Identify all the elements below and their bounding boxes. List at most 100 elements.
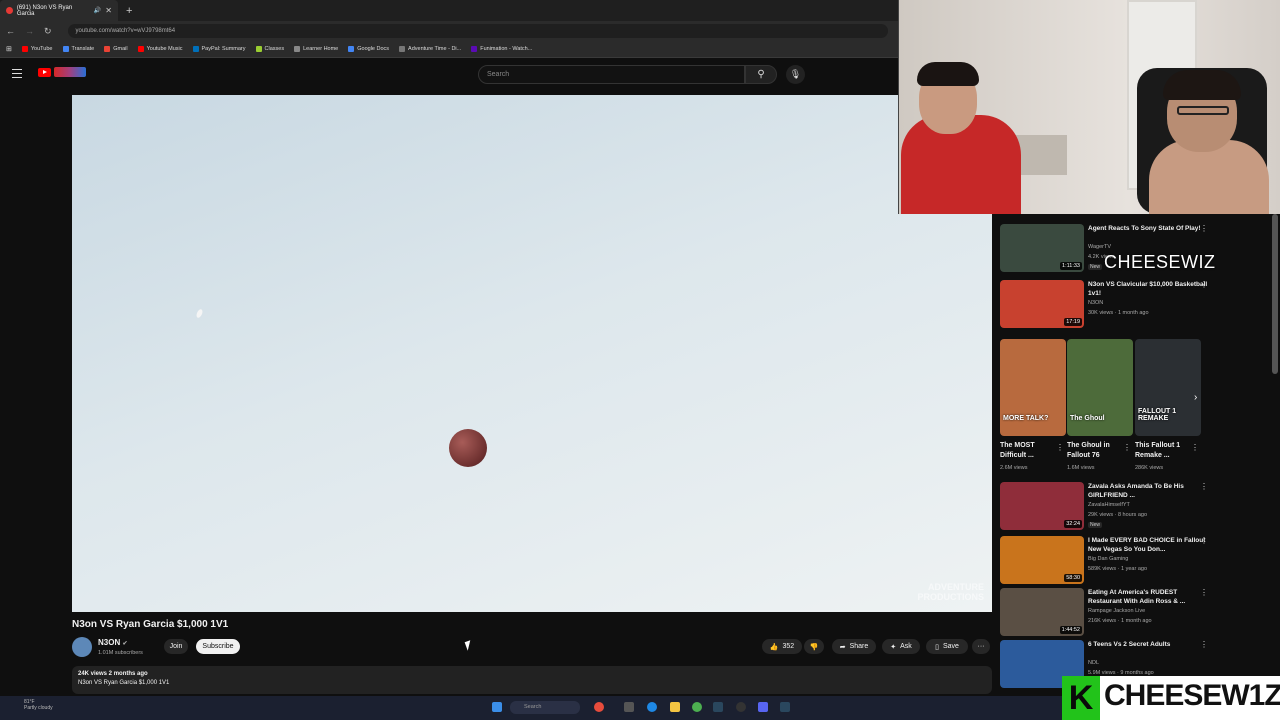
recommended-video[interactable]: 58:30 I Made EVERY BAD CHOICE in Fallout … xyxy=(1000,536,1220,586)
discord-icon[interactable] xyxy=(758,702,768,712)
short-more-options-icon[interactable]: ⋮ xyxy=(1056,443,1064,452)
search-input[interactable]: Search xyxy=(478,65,745,84)
subscribe-button[interactable]: Subscribe xyxy=(196,639,240,654)
chrome-browser-icon[interactable] xyxy=(692,702,702,712)
ask-button[interactable]: ✦ Ask xyxy=(882,639,920,654)
video-thumbnail[interactable]: 1:44:52 xyxy=(1000,588,1084,636)
file-explorer-icon[interactable] xyxy=(670,702,680,712)
back-arrow-icon[interactable]: ← xyxy=(6,26,15,36)
app-icon-1[interactable] xyxy=(594,702,604,712)
video-player[interactable]: ADVENTURE PRODUCTIONS xyxy=(72,95,992,612)
bookmark-item[interactable]: YouTube xyxy=(21,46,53,52)
join-label: Join xyxy=(169,643,183,650)
recommended-channel[interactable]: ZavalaHimselfYT xyxy=(1088,502,1130,508)
short-thumb-text: MORE TALK? xyxy=(1003,415,1049,422)
start-windows-icon[interactable] xyxy=(492,702,502,712)
recommended-title[interactable]: 6 Teens Vs 2 Secret Adults xyxy=(1088,640,1208,649)
short-more-options-icon[interactable]: ⋮ xyxy=(1191,443,1199,452)
recommended-title[interactable]: Zavala Asks Amanda To Be His GIRLFRIEND … xyxy=(1088,482,1208,500)
bookmark-item[interactable]: Youtube Music xyxy=(137,46,183,52)
obs-icon[interactable] xyxy=(736,702,746,712)
taskbar-search[interactable]: Search xyxy=(510,701,580,714)
video-thumbnail[interactable]: 32:24 xyxy=(1000,482,1084,530)
recommended-video[interactable]: 32:24 Zavala Asks Amanda To Be His GIRLFR… xyxy=(1000,482,1220,532)
bookmark-item[interactable]: Google Docs xyxy=(348,46,389,52)
menu-hamburger-icon[interactable] xyxy=(12,69,22,78)
short-more-options-icon[interactable]: ⋮ xyxy=(1123,443,1131,452)
more-options-icon[interactable]: ⋮ xyxy=(1200,536,1208,545)
forward-arrow-icon[interactable]: → xyxy=(25,26,34,36)
more-options-icon[interactable]: ⋮ xyxy=(1200,640,1208,649)
bookmark-item[interactable]: Learner Home xyxy=(294,46,338,52)
share-button[interactable]: ➦ Share xyxy=(832,639,876,654)
bookmark-label: Adventure Time - Di... xyxy=(408,46,462,52)
video-thumbnail[interactable]: 58:30 xyxy=(1000,536,1084,584)
description-box[interactable]: 24K views 2 months ago N3on VS Ryan Garc… xyxy=(72,666,992,694)
steam-icon[interactable] xyxy=(713,702,723,712)
bookmark-item[interactable]: Funimation - Watch... xyxy=(471,46,532,52)
recommended-channel[interactable]: Rampage Jackson Live xyxy=(1088,608,1145,614)
duration-badge: 17:19 xyxy=(1064,318,1082,326)
edge-browser-icon[interactable] xyxy=(647,702,657,712)
short-title[interactable]: The MOST Difficult ... xyxy=(1000,441,1052,461)
webcam-overlay xyxy=(898,0,1280,214)
video-thumbnail[interactable]: 17:19 xyxy=(1000,280,1084,328)
recommended-channel[interactable]: NDL xyxy=(1088,660,1099,666)
url-field[interactable]: youtube.com/watch?v=wVJ9798mt64 xyxy=(67,24,888,38)
bookmark-item[interactable]: Translate xyxy=(62,46,94,52)
close-tab-icon[interactable]: ✕ xyxy=(105,6,112,15)
more-actions-button[interactable]: ··· xyxy=(972,639,990,654)
taskbar-search-label: Search xyxy=(524,704,542,710)
new-tab-button[interactable]: + xyxy=(126,5,132,17)
more-options-icon[interactable]: ⋮ xyxy=(1200,224,1208,233)
steam-icon-2[interactable] xyxy=(780,702,790,712)
channel-avatar[interactable] xyxy=(72,637,92,657)
short-thumb-text: The Ghoul xyxy=(1070,415,1105,422)
youtube-header: Search ⚲ 🎙 xyxy=(0,58,900,91)
recommended-channel[interactable]: N3ON xyxy=(1088,300,1103,306)
shorts-next-chevron-icon[interactable]: › xyxy=(1194,392,1197,403)
recommended-title[interactable]: N3on VS Clavicular $10,000 Basketball 1v… xyxy=(1088,280,1208,298)
join-button[interactable]: Join xyxy=(164,639,188,654)
recommended-channel[interactable]: WagerTV xyxy=(1088,244,1111,250)
recommended-title[interactable]: Eating At America's RUDEST Restaurant Wi… xyxy=(1088,588,1208,606)
video-thumbnail[interactable]: 1:11:33 xyxy=(1000,224,1084,272)
recommended-video[interactable]: 17:19 N3on VS Clavicular $10,000 Basketba… xyxy=(1000,280,1220,330)
bookmark-label: Gmail xyxy=(113,46,128,52)
recommended-channel[interactable]: Big Dan Gaming xyxy=(1088,556,1128,562)
duration-badge: 58:30 xyxy=(1064,574,1082,582)
short-thumbnail[interactable]: The Ghoul xyxy=(1067,339,1133,436)
recommended-title[interactable]: Agent Reacts To Sony State Of Play! xyxy=(1088,224,1208,233)
voice-search-mic-icon[interactable]: 🎙 xyxy=(786,65,805,84)
weather-widget[interactable]: 81°F Partly cloudy xyxy=(24,699,53,711)
recommended-title[interactable]: I Made EVERY BAD CHOICE in Fallout New V… xyxy=(1088,536,1208,554)
app-icon-2[interactable] xyxy=(624,702,634,712)
share-label: Share xyxy=(849,643,869,650)
bookmark-favicon-icon xyxy=(21,46,28,52)
reload-icon[interactable]: ↻ xyxy=(44,26,52,37)
search-button[interactable]: ⚲ xyxy=(745,65,777,84)
recommended-meta: 589K views · 1 year ago xyxy=(1088,566,1148,572)
bookmark-item[interactable]: Adventure Time - Di... xyxy=(399,46,461,52)
bookmark-item[interactable]: Gmail xyxy=(104,46,128,52)
bookmark-label: Youtube Music xyxy=(146,46,183,52)
recommended-video[interactable]: 1:44:52 Eating At America's RUDEST Restau… xyxy=(1000,588,1220,638)
sidebar-scrollbar[interactable] xyxy=(1272,214,1278,374)
more-options-icon[interactable]: ⋮ xyxy=(1200,482,1208,491)
more-options-icon[interactable]: ⋮ xyxy=(1200,588,1208,597)
bookmark-item[interactable]: PayPal: Summary xyxy=(192,46,246,52)
short-thumbnail[interactable]: MORE TALK? xyxy=(1000,339,1066,436)
browser-tab-active[interactable]: (691) N3on VS Ryan Garcia 🔊 ✕ xyxy=(0,0,118,21)
like-button[interactable]: 👍 352 xyxy=(762,639,802,654)
short-thumbnail[interactable]: FALLOUT 1 REMAKE xyxy=(1135,339,1201,436)
bookmark-item[interactable]: Classes xyxy=(255,46,284,52)
short-title[interactable]: The Ghoul in Fallout 76 xyxy=(1067,441,1119,461)
youtube-logo-icon[interactable] xyxy=(38,68,51,77)
channel-name[interactable]: N3ON ✔ xyxy=(98,638,128,647)
apps-grid-icon[interactable]: ⊞ xyxy=(6,45,12,53)
more-options-icon[interactable]: ⋮ xyxy=(1200,280,1208,289)
short-title[interactable]: This Fallout 1 Remake ... xyxy=(1135,441,1187,461)
save-button[interactable]: ▯ Save xyxy=(926,639,968,654)
dislike-button[interactable]: 👎 xyxy=(804,639,824,654)
person-right-glasses xyxy=(1177,106,1229,115)
